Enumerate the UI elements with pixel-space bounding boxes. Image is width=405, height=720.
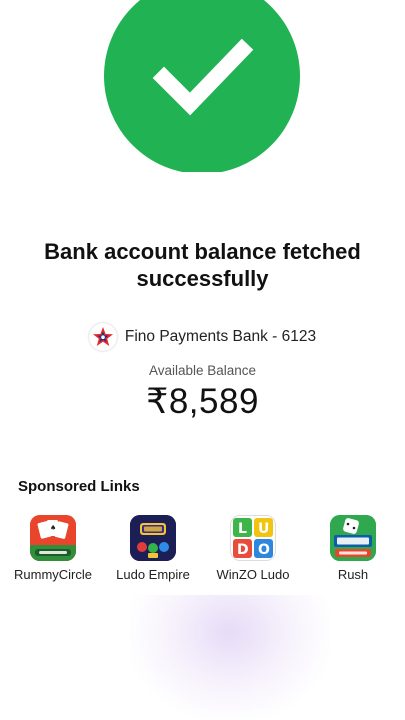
fino-bank-logo-icon bbox=[88, 323, 117, 351]
sponsored-app-ludo-empire[interactable]: Ludo Empire bbox=[103, 515, 203, 582]
sponsored-links-heading: Sponsored Links bbox=[18, 478, 140, 495]
sponsored-app-rush[interactable]: Rush bbox=[303, 515, 403, 582]
svg-text:D: D bbox=[237, 542, 249, 558]
sponsored-app-rummycircle[interactable]: ♠ RummyCircle bbox=[3, 515, 103, 582]
app-label: RummyCircle bbox=[14, 567, 92, 582]
available-balance-label: Available Balance bbox=[148, 363, 257, 378]
rummycircle-app-icon: ♠ bbox=[30, 515, 76, 561]
svg-text:L: L bbox=[238, 521, 247, 537]
bank-account-row: Fino Payments Bank - 6123 bbox=[0, 322, 405, 352]
success-check-icon bbox=[104, 0, 300, 172]
success-indicator bbox=[104, 0, 300, 172]
bank-account-name: Fino Payments Bank - 6123 bbox=[124, 328, 317, 345]
background-glow bbox=[130, 595, 330, 720]
app-label: WinZO Ludo bbox=[216, 567, 290, 582]
rush-app-icon bbox=[330, 515, 376, 561]
app-label: Rush bbox=[337, 567, 369, 582]
status-title: Bank account balance fetched successfull… bbox=[44, 239, 361, 291]
sponsored-apps-list: ♠ RummyCircle Ludo Empire L U D O WinZO … bbox=[0, 515, 405, 585]
ludo-empire-app-icon bbox=[130, 515, 176, 561]
svg-text:O: O bbox=[258, 542, 270, 558]
winzo-ludo-app-icon: L U D O bbox=[230, 515, 276, 561]
app-label: Ludo Empire bbox=[116, 567, 190, 582]
svg-text:U: U bbox=[258, 521, 269, 537]
sponsored-app-winzo-ludo[interactable]: L U D O WinZO Ludo bbox=[203, 515, 303, 582]
svg-text:♠: ♠ bbox=[50, 524, 56, 532]
available-balance-amount: ₹8,589 bbox=[146, 382, 259, 421]
